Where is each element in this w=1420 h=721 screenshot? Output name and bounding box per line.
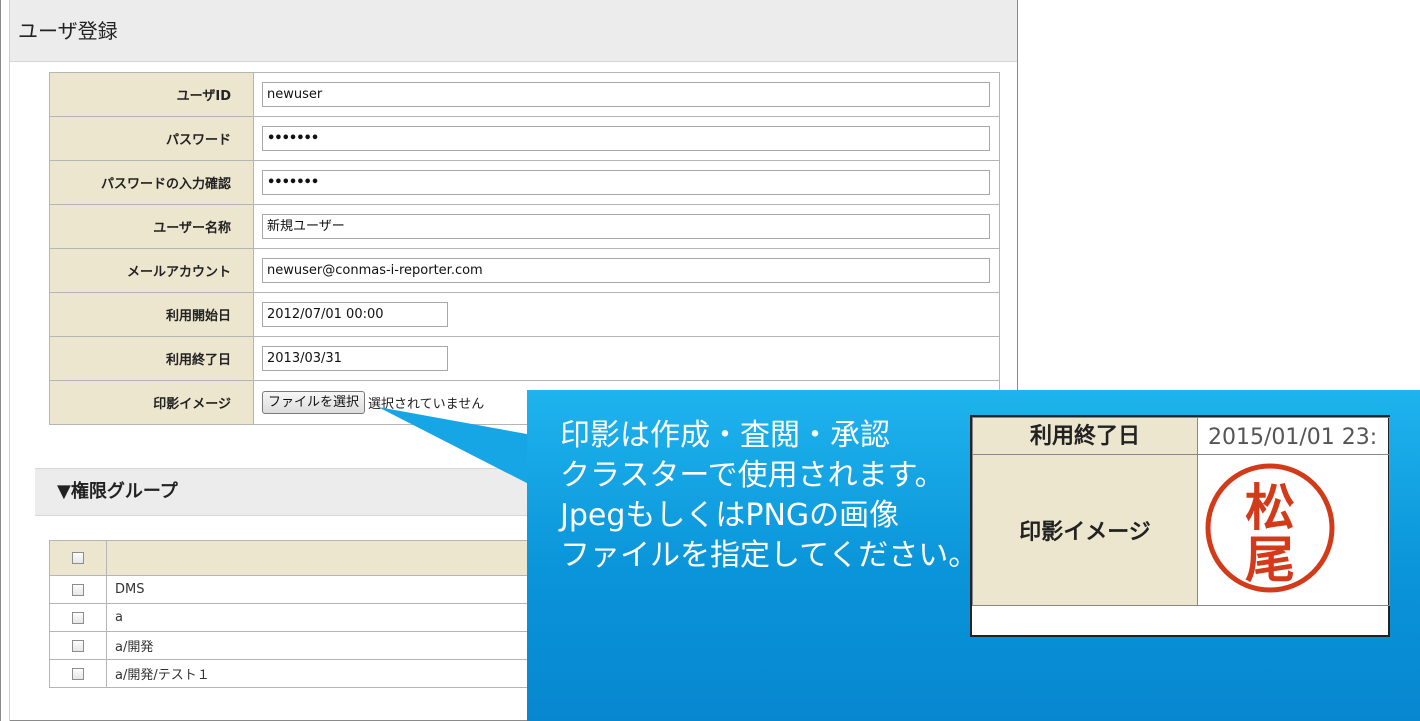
field-label: ユーザー名称 — [49, 204, 254, 249]
select-all-checkbox[interactable] — [72, 552, 84, 564]
field-label: パスワードの入力確認 — [49, 160, 254, 205]
field-value-cell: 2013/03/31 — [253, 336, 1000, 381]
stamp-image: 松 尾 — [1205, 463, 1335, 593]
date-input[interactable]: 2013/03/31 — [262, 346, 448, 371]
group-check-cell — [49, 575, 107, 604]
form-row: パスワード ••••••• — [49, 116, 1000, 161]
field-label: 利用終了日 — [49, 336, 254, 381]
field-label: 印影イメージ — [49, 380, 254, 425]
inset-end-date-value: 2015/01/01 23: — [1197, 417, 1390, 455]
group-check-cell — [49, 631, 107, 660]
field-value-cell: newuser@conmas-i-reporter.com — [253, 248, 1000, 293]
group-check-cell — [49, 603, 107, 632]
password-input[interactable]: ••••••• — [262, 126, 990, 151]
select-all-cell — [49, 540, 107, 576]
inset-end-date-label: 利用終了日 — [972, 417, 1198, 455]
form-row: 利用開始日 2012/07/01 00:00 — [49, 292, 1000, 337]
user-form-table: ユーザID newuser パスワード ••••••• パスワードの入力確認 ••••••… — [49, 72, 1000, 425]
stamp-char-2: 尾 — [1245, 530, 1295, 589]
group-checkbox[interactable] — [72, 667, 84, 680]
field-value-cell: 新規ユーザー — [253, 204, 1000, 249]
text-input[interactable]: newuser@conmas-i-reporter.com — [262, 258, 990, 283]
stamp-char-1: 松 — [1245, 478, 1295, 537]
field-value-cell: newuser — [253, 72, 1000, 117]
form-row: メールアカウント newuser@conmas-i-reporter.com — [49, 248, 1000, 293]
field-label: 利用開始日 — [49, 292, 254, 337]
choose-file-button[interactable]: ファイルを選択 — [262, 391, 366, 414]
form-row: 利用終了日 2013/03/31 — [49, 336, 1000, 381]
password-input[interactable]: ••••••• — [262, 170, 990, 195]
field-value-cell: 2012/07/01 00:00 — [253, 292, 1000, 337]
stamp-example-inset: 利用終了日 2015/01/01 23: 印影イメージ 松 尾 — [970, 415, 1390, 637]
form-row: パスワードの入力確認 ••••••• — [49, 160, 1000, 205]
date-input[interactable]: 2012/07/01 00:00 — [262, 302, 448, 327]
field-value-cell: ••••••• — [253, 116, 1000, 161]
form-row: ユーザー名称 新規ユーザー — [49, 204, 1000, 249]
file-status-text: 選択されていません — [368, 397, 485, 412]
group-checkbox[interactable] — [72, 611, 84, 624]
field-label: ユーザID — [49, 72, 254, 117]
group-checkbox[interactable] — [72, 639, 84, 652]
inset-stamp-cell: 松 尾 — [1197, 454, 1390, 606]
text-input[interactable]: newuser — [262, 82, 990, 107]
panel-left-strip — [1, 0, 10, 721]
text-input[interactable]: 新規ユーザー — [262, 214, 990, 239]
inset-stamp-label: 印影イメージ — [972, 454, 1198, 606]
field-label: パスワード — [49, 116, 254, 161]
group-checkbox[interactable] — [72, 583, 84, 596]
form-row: ユーザID newuser — [49, 72, 1000, 117]
callout-text: 印影は作成・査閲・承認 クラスターで使用されます。 JpegもしくはPNGの画像… — [560, 418, 979, 573]
group-check-cell — [49, 659, 107, 688]
field-value-cell: ••••••• — [253, 160, 1000, 205]
field-label: メールアカウント — [49, 248, 254, 293]
page-title: ユーザ登録 — [10, 0, 1017, 62]
